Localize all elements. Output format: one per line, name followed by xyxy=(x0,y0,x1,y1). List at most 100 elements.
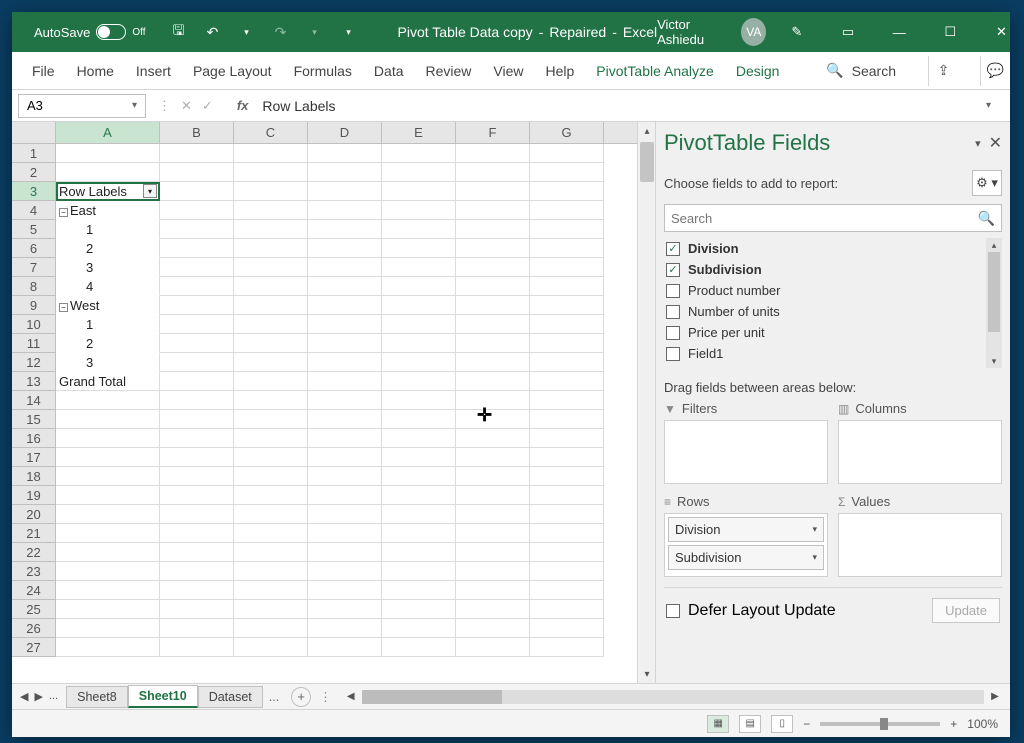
sheet-options-icon[interactable]: ⋮ xyxy=(319,689,332,704)
field-product-number[interactable]: Product number xyxy=(664,280,982,301)
undo-icon[interactable]: ↶ xyxy=(204,23,222,41)
row-header[interactable]: 27 xyxy=(12,638,56,657)
rows-item-division[interactable]: Division▾ xyxy=(668,517,824,542)
column-header-g[interactable]: G xyxy=(530,122,604,143)
sheet-tab-dataset[interactable]: Dataset xyxy=(198,686,263,708)
sheet-ellipsis[interactable]: ... xyxy=(49,690,58,703)
row-header[interactable]: 23 xyxy=(12,562,56,581)
tab-data[interactable]: Data xyxy=(374,63,404,79)
cancel-icon[interactable]: ✕ xyxy=(181,98,192,114)
row-header[interactable]: 20 xyxy=(12,505,56,524)
scroll-up-icon[interactable]: ▴ xyxy=(638,122,656,140)
row-header[interactable]: 11 xyxy=(12,334,56,353)
horizontal-scrollbar[interactable]: ◀ ▶ xyxy=(342,690,1004,704)
formula-expand-icon[interactable]: ▾ xyxy=(986,100,1004,111)
autosave-toggle[interactable]: AutoSave Off xyxy=(34,24,146,40)
name-box-dropdown-icon[interactable]: ▾ xyxy=(132,100,137,111)
select-all-corner[interactable] xyxy=(12,122,56,143)
row-header[interactable]: 14 xyxy=(12,391,56,410)
checkbox-icon[interactable] xyxy=(666,305,680,319)
row-header[interactable]: 7 xyxy=(12,258,56,277)
maximize-button[interactable]: ☐ xyxy=(930,12,971,52)
page-layout-view-icon[interactable]: ▤ xyxy=(739,715,761,733)
cell-a5[interactable]: 1 xyxy=(56,220,160,239)
scroll-left-icon[interactable]: ◀ xyxy=(342,691,360,702)
tab-formulas[interactable]: Formulas xyxy=(294,63,352,79)
checkbox-icon[interactable] xyxy=(666,347,680,361)
row-header[interactable]: 13 xyxy=(12,372,56,391)
row-header[interactable]: 2 xyxy=(12,163,56,182)
row-header[interactable]: 16 xyxy=(12,429,56,448)
row-header[interactable]: 5 xyxy=(12,220,56,239)
checkbox-icon[interactable] xyxy=(666,326,680,340)
field-subdivision[interactable]: Subdivision xyxy=(664,259,982,280)
row-header[interactable]: 8 xyxy=(12,277,56,296)
field-field1[interactable]: Field1 xyxy=(664,343,982,364)
update-button[interactable]: Update xyxy=(932,598,1000,623)
tab-pivottable-analyze[interactable]: PivotTable Analyze xyxy=(596,63,714,79)
defer-checkbox[interactable] xyxy=(666,604,680,618)
undo-dropdown-icon[interactable]: ▾ xyxy=(238,23,256,41)
redo-dropdown-icon[interactable]: ▾ xyxy=(306,23,324,41)
scroll-thumb[interactable] xyxy=(640,142,654,182)
row-header[interactable]: 21 xyxy=(12,524,56,543)
tab-page-layout[interactable]: Page Layout xyxy=(193,63,272,79)
sheet-tab-sheet8[interactable]: Sheet8 xyxy=(66,686,128,708)
field-price-per-unit[interactable]: Price per unit xyxy=(664,322,982,343)
columns-dropzone[interactable] xyxy=(838,420,1002,484)
row-header[interactable]: 6 xyxy=(12,239,56,258)
chevron-down-icon[interactable]: ▾ xyxy=(812,524,817,535)
column-header-d[interactable]: D xyxy=(308,122,382,143)
cell-a6[interactable]: 2 xyxy=(56,239,160,258)
scroll-down-icon[interactable]: ▾ xyxy=(638,665,656,683)
cell-a10[interactable]: 1 xyxy=(56,315,160,334)
field-number-of-units[interactable]: Number of units xyxy=(664,301,982,322)
ribbon-display-icon[interactable]: ▭ xyxy=(827,12,868,52)
collapse-icon[interactable]: − xyxy=(59,208,68,217)
user-name[interactable]: Victor Ashiedu xyxy=(657,17,731,47)
formula-menu-icon[interactable]: ⋮ xyxy=(158,98,171,114)
drawing-mode-icon[interactable]: ✎ xyxy=(776,12,817,52)
row-header[interactable]: 22 xyxy=(12,543,56,562)
checkbox-icon[interactable] xyxy=(666,242,680,256)
rows-item-subdivision[interactable]: Subdivision▾ xyxy=(668,545,824,570)
chevron-down-icon[interactable]: ▾ xyxy=(812,552,817,563)
zoom-in-icon[interactable]: + xyxy=(950,717,957,731)
field-list-scrollbar[interactable]: ▴ ▾ xyxy=(986,238,1002,368)
scroll-thumb[interactable] xyxy=(988,252,1000,332)
cell-a13[interactable]: Grand Total xyxy=(56,372,160,391)
row-header[interactable]: 17 xyxy=(12,448,56,467)
row-header[interactable]: 1 xyxy=(12,144,56,163)
scroll-thumb[interactable] xyxy=(362,690,502,704)
sheet-tab-sheet10[interactable]: Sheet10 xyxy=(128,685,198,708)
column-header-f[interactable]: F xyxy=(456,122,530,143)
row-header[interactable]: 15 xyxy=(12,410,56,429)
add-sheet-icon[interactable]: + xyxy=(291,687,311,707)
row-header[interactable]: 10 xyxy=(12,315,56,334)
sheet-more[interactable]: ... xyxy=(263,690,285,704)
formula-input[interactable]: Row Labels xyxy=(262,98,986,114)
qat-customize-icon[interactable]: ▾ xyxy=(340,23,358,41)
tab-file[interactable]: File xyxy=(32,63,55,79)
tab-view[interactable]: View xyxy=(493,63,523,79)
row-header[interactable]: 19 xyxy=(12,486,56,505)
redo-icon[interactable]: ↷ xyxy=(272,23,290,41)
cell-a3[interactable]: Row Labels▾ xyxy=(56,182,160,201)
share-icon[interactable]: ⇪ xyxy=(928,56,958,86)
tab-insert[interactable]: Insert xyxy=(136,63,171,79)
page-break-view-icon[interactable]: ▯ xyxy=(771,715,793,733)
close-pane-icon[interactable]: ✕ xyxy=(989,133,1002,153)
row-header[interactable]: 25 xyxy=(12,600,56,619)
scroll-right-icon[interactable]: ▶ xyxy=(986,691,1004,702)
column-header-e[interactable]: E xyxy=(382,122,456,143)
checkbox-icon[interactable] xyxy=(666,263,680,277)
fx-icon[interactable]: fx xyxy=(237,98,249,113)
field-division[interactable]: Division xyxy=(664,238,982,259)
spreadsheet-grid[interactable]: A B C D E F G 1 2 3Row Labels▾ 4−East 51… xyxy=(12,122,637,683)
column-header-b[interactable]: B xyxy=(160,122,234,143)
zoom-knob[interactable] xyxy=(880,718,888,730)
sheet-prev-icon[interactable]: ◀ xyxy=(20,690,28,703)
zoom-slider[interactable] xyxy=(820,722,940,726)
search-input[interactable] xyxy=(671,211,978,226)
row-header[interactable]: 4 xyxy=(12,201,56,220)
